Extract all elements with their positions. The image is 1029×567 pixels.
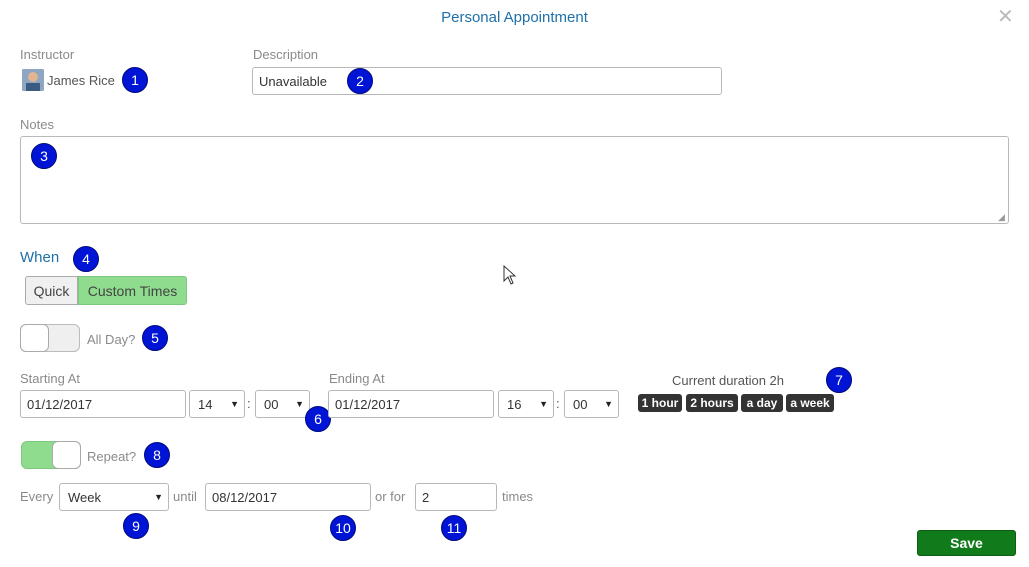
marker-4: 4 [73, 246, 99, 272]
start-hour-value: 14 [198, 396, 213, 412]
toggle-knob [20, 324, 49, 352]
marker-2: 2 [347, 68, 373, 94]
instructor-name: James Rice [47, 73, 115, 88]
marker-10: 10 [330, 515, 356, 541]
end-minute-select[interactable]: 00 ▼ [564, 390, 619, 418]
start-minute-select[interactable]: 00 ▼ [255, 390, 310, 418]
chevron-down-icon: ▼ [295, 399, 304, 409]
marker-1: 1 [122, 67, 148, 93]
instructor-label: Instructor [20, 47, 75, 62]
marker-7: 7 [826, 367, 852, 393]
all-day-label: All Day? [87, 332, 136, 347]
duration-a-week-button[interactable]: a week [786, 394, 834, 412]
repeat-frequency-select[interactable]: Week ▼ [59, 483, 169, 511]
starting-at-label: Starting At [20, 371, 80, 386]
end-minute-value: 00 [573, 396, 588, 412]
start-date-input[interactable]: 01/12/2017 [20, 390, 186, 418]
end-hour-select[interactable]: 16 ▼ [498, 390, 554, 418]
duration-a-day-button[interactable]: a day [741, 394, 783, 412]
until-label: until [173, 489, 197, 504]
marker-5: 5 [142, 325, 168, 351]
all-day-toggle[interactable] [20, 324, 80, 352]
repeat-toggle[interactable] [21, 441, 81, 469]
notes-label: Notes [20, 117, 54, 132]
times-label: times [502, 489, 534, 504]
start-minute-value: 00 [264, 396, 279, 412]
repeat-label: Repeat? [87, 449, 137, 464]
avatar [22, 69, 44, 91]
when-heading: When [20, 249, 60, 266]
current-duration-label: Current duration 2h [672, 373, 785, 388]
tab-custom-times[interactable]: Custom Times [78, 276, 187, 305]
every-label: Every [20, 489, 54, 504]
until-date-input[interactable]: 08/12/2017 [205, 483, 371, 511]
marker-11: 11 [441, 515, 467, 541]
marker-9: 9 [123, 513, 149, 539]
close-icon[interactable]: ✕ [997, 5, 1014, 29]
chevron-down-icon: ▼ [539, 399, 548, 409]
mouse-cursor-icon [503, 264, 517, 290]
duration-2-hours-button[interactable]: 2 hours [686, 394, 738, 412]
time-separator: : [556, 396, 560, 411]
description-input[interactable]: Unavailable [252, 67, 722, 95]
save-button[interactable]: Save [917, 530, 1016, 556]
or-for-label: or for [375, 489, 406, 504]
toggle-knob [52, 441, 81, 469]
chevron-down-icon: ▼ [230, 399, 239, 409]
chevron-down-icon: ▼ [604, 399, 613, 409]
resize-grip-icon[interactable]: ◢ [998, 212, 1005, 223]
start-hour-select[interactable]: 14 ▼ [189, 390, 245, 418]
end-date-input[interactable]: 01/12/2017 [328, 390, 494, 418]
repeat-frequency-value: Week [68, 489, 101, 505]
tab-quick[interactable]: Quick [25, 276, 78, 305]
notes-textarea[interactable] [20, 136, 1009, 224]
duration-1-hour-button[interactable]: 1 hour [638, 394, 682, 412]
description-label: Description [253, 47, 319, 62]
chevron-down-icon: ▼ [154, 492, 163, 502]
marker-8: 8 [144, 442, 170, 468]
end-hour-value: 16 [507, 396, 522, 412]
dialog-title: Personal Appointment [441, 9, 588, 26]
time-separator: : [247, 396, 251, 411]
marker-3: 3 [31, 143, 57, 169]
repeat-times-input[interactable]: 2 [415, 483, 497, 511]
ending-at-label: Ending At [329, 371, 385, 386]
